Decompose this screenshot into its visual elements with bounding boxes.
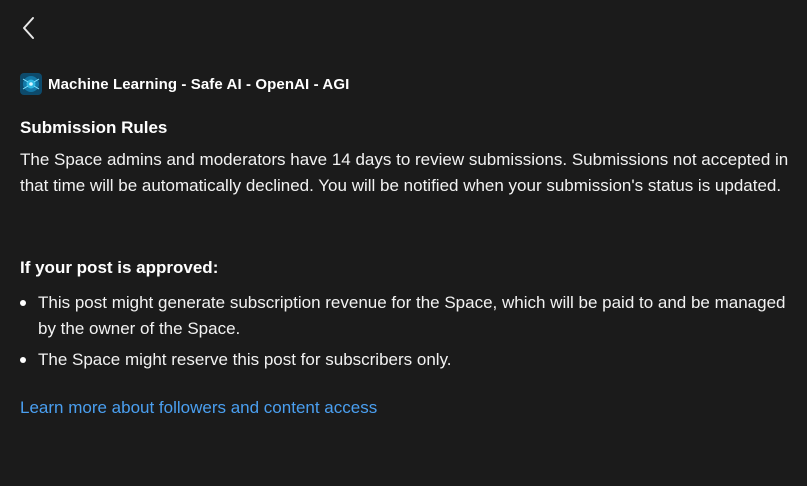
back-button[interactable] — [14, 12, 44, 44]
list-item: The Space might reserve this post for su… — [20, 347, 790, 373]
space-avatar[interactable] — [20, 73, 42, 95]
chevron-left-icon — [23, 17, 34, 39]
bullet-dot — [20, 357, 26, 363]
space-header: Machine Learning - Safe AI - OpenAI - AG… — [20, 72, 349, 96]
bullet-dot — [20, 300, 26, 306]
approval-bullet-list: This post might generate subscription re… — [20, 290, 790, 378]
submission-rules-text: The Space admins and moderators have 14 … — [20, 150, 789, 195]
space-avatar-image — [20, 73, 42, 95]
submission-rules-heading: Submission Rules — [20, 118, 168, 137]
bullet-text: The Space might reserve this post for su… — [38, 350, 452, 369]
list-item: This post might generate subscription re… — [20, 290, 790, 342]
bullet-text: This post might generate subscription re… — [38, 293, 786, 338]
space-name[interactable]: Machine Learning - Safe AI - OpenAI - AG… — [48, 76, 349, 93]
learn-more-link[interactable]: Learn more about followers and content a… — [20, 395, 377, 421]
approval-heading: If your post is approved: — [20, 258, 219, 277]
